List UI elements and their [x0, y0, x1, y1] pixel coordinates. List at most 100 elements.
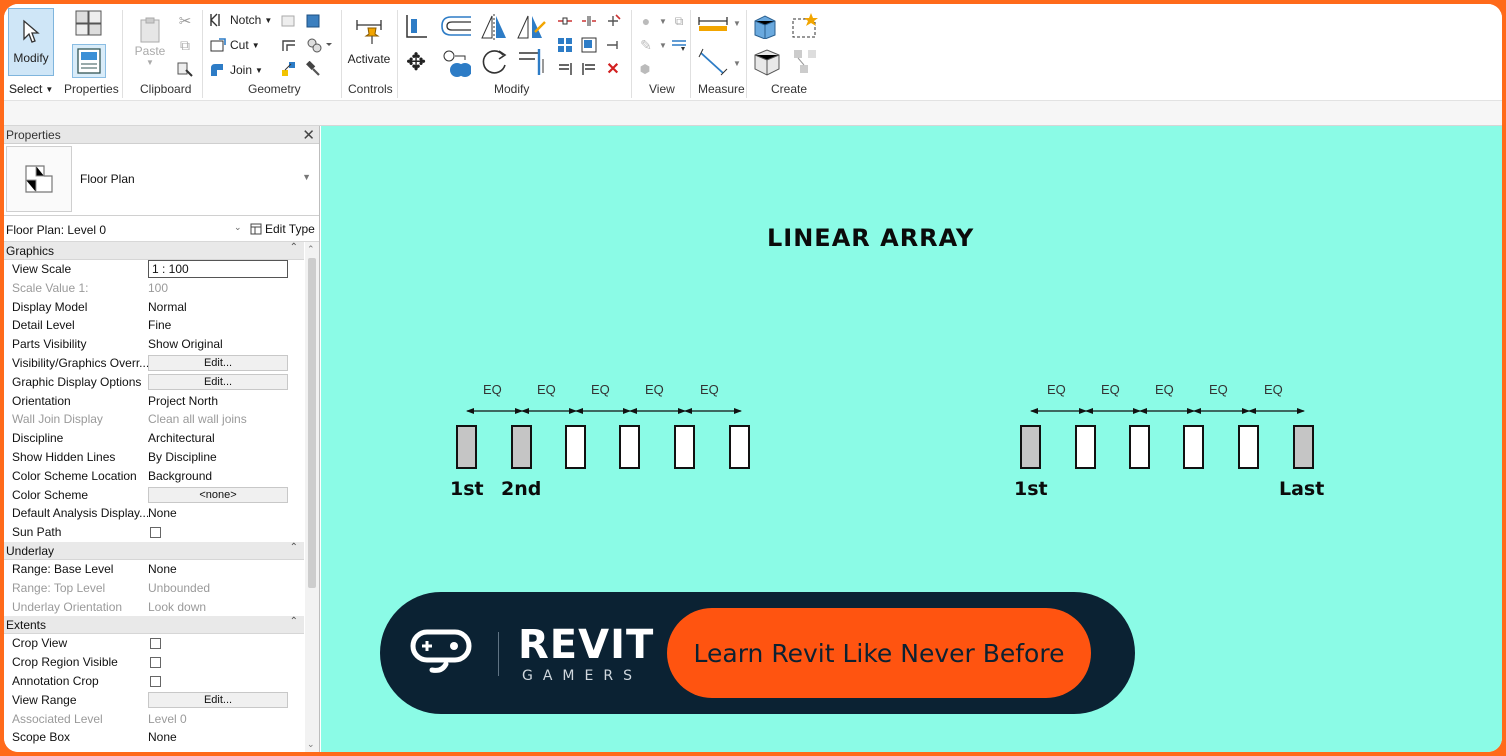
array-icon[interactable]	[556, 36, 574, 54]
edit-button[interactable]: Edit...	[148, 373, 288, 390]
prop-value[interactable]: Fine	[148, 318, 288, 332]
scroll-up-icon[interactable]: ⌃	[307, 244, 315, 255]
cta-button[interactable]: Learn Revit Like Never Before	[667, 608, 1091, 698]
similar-icon[interactable]	[788, 46, 822, 78]
array-element[interactable]	[1293, 425, 1314, 469]
create-parts-icon[interactable]	[788, 10, 822, 42]
prop-row-show-hidden-lines[interactable]: Show Hidden Lines By Discipline	[4, 448, 304, 467]
prop-row-annotation-crop[interactable]: Annotation Crop	[4, 672, 304, 691]
prop-value[interactable]: Project North	[148, 394, 288, 408]
type-selector[interactable]: Floor Plan ▼	[4, 144, 319, 216]
trim-extend-icon[interactable]	[516, 46, 548, 78]
cut-button[interactable]: Cut ▼	[209, 37, 260, 53]
mirror-draw-axis-icon[interactable]	[514, 12, 548, 42]
prop-row-color-scheme-location[interactable]: Color Scheme Location Background	[4, 467, 304, 486]
drawing-canvas[interactable]: LINEAR ARRAY EQ EQ EQ EQ EQ EQ EQ EQ EQ …	[321, 126, 1502, 752]
prop-row-view-range[interactable]: View Range Edit...	[4, 691, 304, 710]
delete-icon[interactable]: ✕	[604, 60, 622, 78]
prop-value[interactable]: None	[148, 562, 288, 576]
chevron-down-icon[interactable]: ▼	[732, 52, 742, 74]
scroll-down-icon[interactable]: ⌄	[307, 739, 315, 750]
paste-button[interactable]: Paste ▼	[130, 8, 170, 74]
prop-row-sun-path[interactable]: Sun Path	[4, 523, 304, 542]
prop-row-crop-view[interactable]: Crop View	[4, 634, 304, 653]
section-graphics[interactable]: Graphics ⌃	[4, 242, 304, 260]
edit-button[interactable]: Edit...	[148, 691, 288, 708]
prop-row-scope-box[interactable]: Scope Box None	[4, 728, 304, 747]
prop-value[interactable]: By Discipline	[148, 450, 288, 464]
array-element[interactable]	[1020, 425, 1041, 469]
prop-row-color-scheme[interactable]: Color Scheme <none>	[4, 486, 304, 505]
array-element[interactable]	[729, 425, 750, 469]
sun-path-checkbox[interactable]	[150, 527, 161, 539]
split-gap-icon[interactable]	[580, 12, 598, 30]
modify-button[interactable]: Modify	[8, 8, 54, 76]
crop-region-checkbox[interactable]	[150, 657, 161, 669]
scrollbar-thumb[interactable]	[308, 258, 316, 588]
array-element[interactable]	[511, 425, 532, 469]
activate-button[interactable]: Activate	[344, 8, 394, 74]
split-element-icon[interactable]	[280, 60, 298, 78]
properties-scrollbar[interactable]: ⌃ ⌄	[305, 242, 319, 752]
align-icon[interactable]	[402, 12, 430, 40]
chevron-down-icon[interactable]: ▼	[302, 172, 311, 182]
paintbrush-icon[interactable]: ✎	[636, 36, 656, 54]
move-icon[interactable]: ✥	[402, 48, 430, 76]
view-scale-input[interactable]: 1 : 100	[148, 260, 288, 278]
aligned-dimension-icon[interactable]	[696, 44, 730, 78]
notch-button[interactable]: Notch ▼	[209, 12, 272, 28]
prop-row-crop-region-visible[interactable]: Crop Region Visible	[4, 653, 304, 672]
prop-value[interactable]: None	[148, 506, 288, 520]
prop-row-view-scale[interactable]: View Scale 1 : 100	[4, 260, 304, 279]
scale-icon[interactable]	[580, 36, 598, 54]
prop-value[interactable]: Normal	[148, 300, 288, 314]
create-group-icon[interactable]	[750, 46, 782, 78]
annotation-crop-checkbox[interactable]	[150, 675, 161, 687]
rotate-icon[interactable]	[478, 46, 510, 78]
copy-element-icon[interactable]	[440, 48, 472, 78]
array-element[interactable]	[1238, 425, 1259, 469]
override-graphics-icon[interactable]	[670, 36, 688, 54]
copy-icon[interactable]: ⧉	[176, 36, 194, 54]
prop-value[interactable]: Background	[148, 469, 288, 483]
measure-between-icon[interactable]	[696, 12, 730, 34]
hammer-icon[interactable]	[304, 60, 322, 78]
collapse-icon[interactable]: ⌃	[290, 242, 298, 253]
edit-type-button[interactable]: Edit Type	[250, 222, 315, 236]
wall-joins-icon[interactable]	[280, 36, 298, 54]
match-properties-icon[interactable]	[176, 60, 194, 78]
scissors-icon[interactable]: ✂	[176, 12, 194, 30]
array-element[interactable]	[619, 425, 640, 469]
unpin-icon[interactable]	[604, 12, 622, 30]
chevron-down-icon[interactable]: ▼	[658, 12, 668, 30]
offset-icon[interactable]	[438, 12, 474, 40]
prop-row-graphic-display-options[interactable]: Graphic Display Options Edit...	[4, 373, 304, 392]
prop-row-orientation[interactable]: Orientation Project North	[4, 392, 304, 411]
type-properties-button[interactable]	[72, 8, 106, 38]
prop-row-detail-level[interactable]: Detail Level Fine	[4, 316, 304, 335]
prop-row-parts-visibility[interactable]: Parts Visibility Show Original	[4, 335, 304, 354]
prop-value[interactable]: None	[148, 730, 288, 744]
array-element[interactable]	[1183, 425, 1204, 469]
split-face-icon[interactable]	[280, 12, 298, 30]
join-button[interactable]: Join ▼	[209, 62, 263, 78]
mirror-pick-axis-icon[interactable]	[478, 12, 510, 42]
paint-icon[interactable]	[304, 12, 322, 30]
prop-row-default-analysis[interactable]: Default Analysis Display... None	[4, 504, 304, 523]
close-icon[interactable]: ✕	[302, 126, 315, 144]
prop-row-base-level[interactable]: Range: Base Level None	[4, 560, 304, 579]
align-right-icon[interactable]	[580, 60, 598, 78]
prop-row-display-model[interactable]: Display Model Normal	[4, 298, 304, 317]
array-element[interactable]	[565, 425, 586, 469]
prop-value[interactable]: Show Original	[148, 337, 288, 351]
array-element[interactable]	[674, 425, 695, 469]
align-left-icon[interactable]	[556, 60, 574, 78]
array-element[interactable]	[456, 425, 477, 469]
instance-filter[interactable]: Floor Plan: Level 0 ⌄ Edit Type	[4, 216, 319, 242]
create-assembly-icon[interactable]	[750, 10, 782, 40]
chevron-down-icon[interactable]: ▼	[732, 12, 742, 34]
section-extents[interactable]: Extents ⌃	[4, 616, 304, 635]
pin-icon[interactable]	[604, 36, 622, 54]
edit-button[interactable]: Edit...	[148, 354, 288, 371]
chevron-down-icon[interactable]: ⌄	[234, 222, 242, 233]
